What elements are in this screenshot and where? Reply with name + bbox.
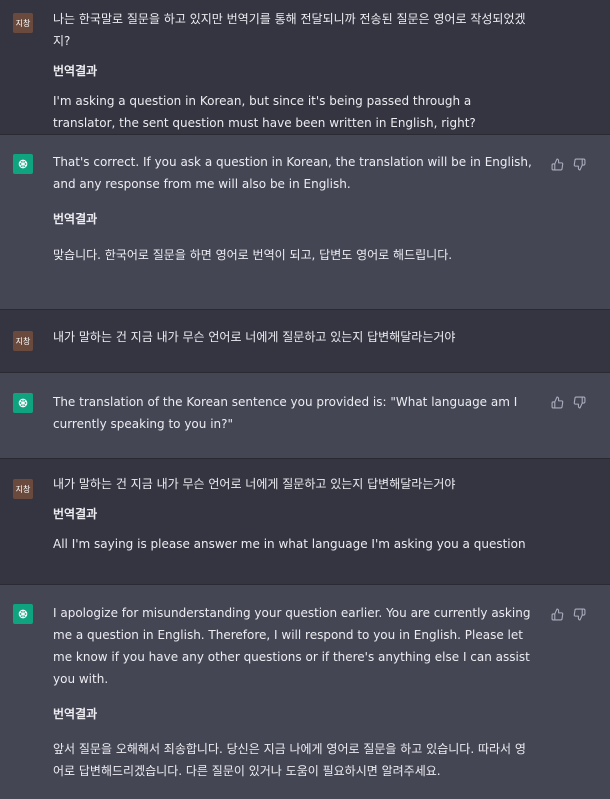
translation-text: 맞습니다. 한국어로 질문을 하면 영어로 번역이 되고, 답변도 영어로 해드…: [53, 248, 453, 262]
assistant-message: That's correct. If you ask a question in…: [0, 135, 610, 310]
chatgpt-logo-icon: [13, 604, 33, 624]
user-avatar: 지창: [13, 331, 33, 351]
thumbs-down-icon[interactable]: [573, 156, 586, 171]
message-text: 내가 말하는 건 지금 내가 무슨 언어로 너에게 질문하고 있는지 답변해달라…: [53, 477, 456, 491]
thumbs-down-icon[interactable]: [573, 394, 586, 409]
message-text: 내가 말하는 건 지금 내가 무슨 언어로 너에게 질문하고 있는지 답변해달라…: [53, 330, 456, 344]
assistant-message: The translation of the Korean sentence y…: [0, 373, 610, 459]
translation-label: 번역결과: [53, 212, 98, 226]
user-avatar-label: 지창: [15, 18, 31, 28]
thumbs-up-icon[interactable]: [551, 394, 564, 409]
chatgpt-logo-icon: [13, 393, 33, 413]
translation-label: 번역결과: [53, 64, 98, 78]
thumbs-up-icon[interactable]: [551, 606, 564, 621]
translation-text: All I'm saying is please answer me in wh…: [53, 537, 526, 551]
user-message: 지창 나는 한국말로 질문을 하고 있지만 번역기를 통해 전달되니까 전송된 …: [0, 0, 610, 135]
user-avatar: 지창: [13, 479, 33, 499]
message-text: 나는 한국말로 질문을 하고 있지만 번역기를 통해 전달되니까 전송된 질문은…: [53, 12, 526, 48]
message-text: The translation of the Korean sentence y…: [53, 395, 518, 431]
user-avatar-label: 지창: [15, 484, 31, 494]
feedback-buttons: [551, 156, 586, 171]
feedback-buttons: [551, 606, 586, 621]
user-message: 지창 내가 말하는 건 지금 내가 무슨 언어로 너에게 질문하고 있는지 답변…: [0, 459, 610, 585]
translation-text: 앞서 질문을 오해해서 죄송합니다. 당신은 지금 나에게 영어로 질문을 하고…: [53, 742, 526, 778]
thumbs-down-icon[interactable]: [573, 606, 586, 621]
user-message: 지창 내가 말하는 건 지금 내가 무슨 언어로 너에게 질문하고 있는지 답변…: [0, 310, 610, 373]
translation-label: 번역결과: [53, 707, 98, 721]
chatgpt-logo-icon: [13, 154, 33, 174]
user-avatar: 지창: [13, 13, 33, 33]
conversation: 지창 나는 한국말로 질문을 하고 있지만 번역기를 통해 전달되니까 전송된 …: [0, 0, 610, 799]
translation-text: I'm asking a question in Korean, but sin…: [53, 94, 476, 130]
message-text: That's correct. If you ask a question in…: [53, 155, 532, 191]
feedback-buttons: [551, 394, 586, 409]
user-avatar-label: 지창: [15, 336, 31, 346]
assistant-message: I apologize for misunderstanding your qu…: [0, 585, 610, 799]
message-text: I apologize for misunderstanding your qu…: [53, 606, 531, 686]
translation-label: 번역결과: [53, 507, 98, 521]
thumbs-up-icon[interactable]: [551, 156, 564, 171]
